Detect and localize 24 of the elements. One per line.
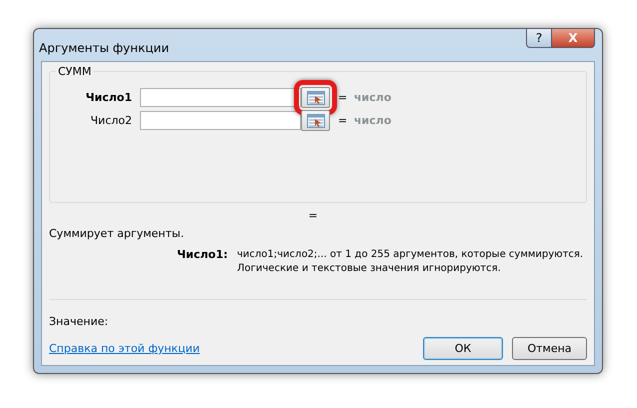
- function-name: СУММ: [56, 65, 94, 78]
- equals-sign: =: [338, 114, 348, 127]
- range-select-icon: [306, 114, 324, 128]
- dialog-button[interactable]: Отмена: [512, 337, 587, 360]
- input-field[interactable]: [140, 111, 301, 130]
- equals-sign: =: [338, 91, 348, 104]
- equals-sign: =: [308, 208, 318, 222]
- argument-description: число1;число2;... от 1 до 255 аргументов, которые суммируются.: [237, 248, 584, 262]
- dialog-button[interactable]: ОК: [423, 337, 503, 360]
- argument-label: Число1: [84, 91, 133, 104]
- argument-label: Число2: [90, 114, 133, 127]
- argument-description: Логические и текстовые значения игнорируются.: [237, 262, 502, 276]
- input-field[interactable]: [140, 88, 301, 107]
- argument-result: число: [354, 91, 392, 104]
- value-label: Значение:: [49, 315, 110, 328]
- range-select-button[interactable]: [301, 110, 330, 131]
- function-description: Суммирует аргументы.: [49, 226, 185, 242]
- help-button[interactable]: ?: [526, 28, 552, 48]
- help-link[interactable]: Справка по этой функции: [49, 342, 200, 355]
- argument-name: Число1:: [177, 248, 229, 263]
- range-select-icon: [306, 90, 324, 104]
- window-title: Аргументы функции: [39, 41, 170, 55]
- range-select-button[interactable]: [301, 87, 330, 108]
- argument-result: число: [354, 114, 392, 127]
